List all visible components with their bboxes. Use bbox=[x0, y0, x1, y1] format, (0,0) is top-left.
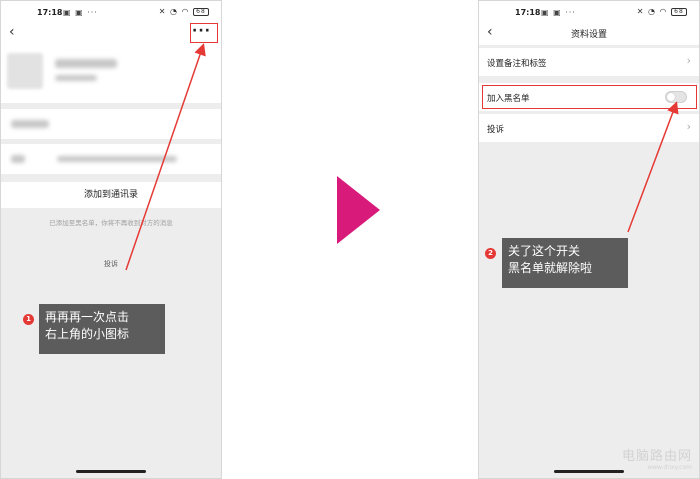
status-time: 17:18 bbox=[515, 8, 541, 17]
battery-icon: 68 bbox=[671, 7, 687, 16]
home-indicator bbox=[554, 470, 624, 473]
profile-card[interactable] bbox=[1, 45, 221, 103]
complain-link[interactable]: 投诉 bbox=[1, 259, 221, 269]
system-icons: ✕ ◔ ◠ 68 bbox=[159, 7, 209, 16]
top-bar: ‹ 资料设置 bbox=[479, 23, 699, 45]
back-icon[interactable]: ‹ bbox=[9, 24, 15, 40]
add-to-contacts-label: 添加到通讯录 bbox=[83, 190, 138, 200]
callout-line: 关了这个开关 bbox=[508, 244, 581, 258]
watermark: 电脑路由网 www.dnxy.com bbox=[622, 445, 692, 471]
avatar bbox=[7, 53, 43, 89]
callout-step-2: 关了这个开关 黑名单就解除啦 bbox=[502, 238, 628, 288]
notification-icons: ▣ ▣ ··· bbox=[63, 8, 98, 17]
highlight-more-icon bbox=[190, 23, 218, 43]
callout-line: 右上角的小图标 bbox=[45, 327, 130, 341]
battery-icon: 68 bbox=[193, 7, 209, 16]
blurred-id bbox=[55, 75, 97, 81]
highlight-blacklist-row bbox=[482, 85, 697, 109]
status-bar: 17:18 ▣ ▣ ··· ✕ ◔ ◠ 68 bbox=[1, 1, 221, 23]
page-title: 资料设置 bbox=[570, 30, 607, 40]
tutorial-canvas: 17:18 ▣ ▣ ··· ✕ ◔ ◠ 68 ‹ ··· 添加到通讯录 已添加至… bbox=[0, 0, 700, 479]
settings-row-complain[interactable]: 投诉 › bbox=[479, 114, 699, 142]
callout-line: 黑名单就解除啦 bbox=[508, 261, 593, 275]
settings-row-label: 投诉 bbox=[487, 125, 505, 135]
next-step-arrow-icon bbox=[337, 176, 380, 244]
step-badge: 2 bbox=[485, 248, 496, 259]
settings-row-label: 设置备注和标签 bbox=[487, 59, 547, 69]
blurred-row-remark[interactable] bbox=[1, 109, 221, 139]
status-time: 17:18 bbox=[37, 8, 63, 17]
notification-icons: ▣ ▣ ··· bbox=[541, 8, 576, 17]
settings-row-remark[interactable]: 设置备注和标签 › bbox=[479, 48, 699, 76]
watermark-title: 电脑路由网 bbox=[621, 449, 692, 464]
system-icons: ✕ ◔ ◠ 68 bbox=[637, 7, 687, 16]
step-badge: 1 bbox=[23, 314, 34, 325]
add-to-contacts-button[interactable]: 添加到通讯录 bbox=[1, 182, 221, 208]
chevron-right-icon: › bbox=[686, 120, 691, 133]
status-bar: 17:18 ▣ ▣ ··· ✕ ◔ ◠ 68 bbox=[479, 1, 699, 23]
blacklist-hint: 已添加至黑名单，你将不再收到对方的消息 bbox=[49, 219, 173, 227]
callout-step-1: 再再再一次点击 右上角的小图标 bbox=[39, 304, 165, 354]
watermark-url: www.dnxy.com bbox=[647, 464, 692, 471]
left-phone-screen: 17:18 ▣ ▣ ··· ✕ ◔ ◠ 68 ‹ ··· 添加到通讯录 已添加至… bbox=[0, 0, 222, 479]
blurred-name bbox=[55, 59, 117, 68]
top-bar: ‹ ··· bbox=[1, 23, 221, 45]
chevron-right-icon: › bbox=[686, 54, 691, 67]
blurred-row-info[interactable] bbox=[1, 144, 221, 174]
home-indicator bbox=[76, 470, 146, 473]
callout-line: 再再再一次点击 bbox=[45, 310, 130, 324]
